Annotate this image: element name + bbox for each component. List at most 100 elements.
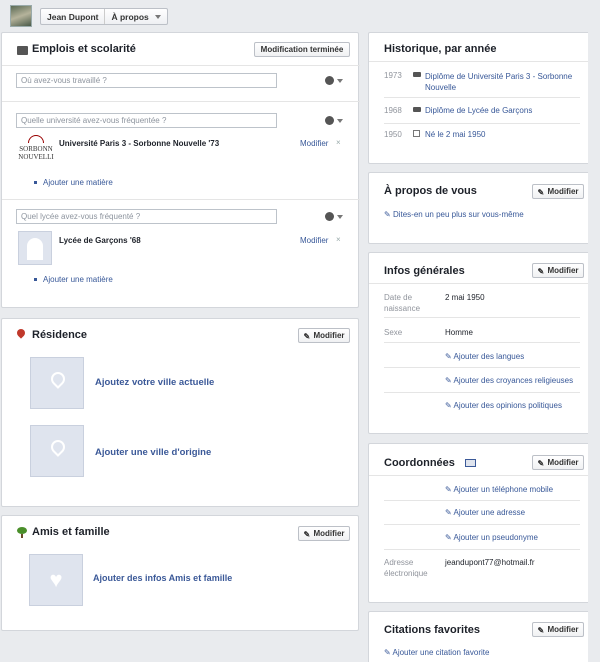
bullet-icon: [34, 278, 37, 282]
job-input[interactable]: Où avez-vous travaillé ?: [16, 73, 277, 88]
highschool-name: Lycée de Garçons '68: [59, 236, 141, 245]
add-quote-link[interactable]: ✎ Ajouter une citation favorite: [384, 648, 489, 657]
section-label: À propos: [111, 11, 149, 22]
calendar-icon: [413, 130, 420, 137]
modify-university-link[interactable]: Modifier: [300, 139, 328, 148]
quotes-title: Citations favorites: [384, 624, 480, 636]
add-subject-link[interactable]: Ajouter une matière: [34, 275, 113, 284]
school-placeholder-icon: [18, 231, 52, 265]
chevron-down-icon: [154, 14, 161, 19]
globe-icon[interactable]: [325, 212, 334, 221]
modify-label: Modifier: [547, 625, 579, 634]
university-input[interactable]: Quelle université avez-vous fréquentée ?: [16, 113, 277, 128]
add-phone-label: Ajouter un téléphone mobile: [453, 485, 554, 494]
privacy-chevron-icon[interactable]: [337, 79, 343, 83]
divider: [384, 123, 580, 124]
section-dropdown[interactable]: À propos: [105, 12, 166, 22]
modify-label: Modifier: [547, 266, 579, 275]
privacy-chevron-icon[interactable]: [337, 215, 343, 219]
pencil-icon: ✎: [303, 332, 311, 341]
quotes-panel: Citations favorites ✎ Modifier ✎ Ajouter …: [368, 611, 594, 662]
current-city-placeholder-icon: [30, 357, 84, 409]
remove-highschool-icon[interactable]: ×: [336, 235, 341, 244]
profile-name-link[interactable]: Jean Dupont: [41, 9, 106, 24]
page-scrollbar[interactable]: [588, 32, 600, 662]
add-subject-link[interactable]: Ajouter une matière: [34, 178, 113, 187]
add-nickname-link[interactable]: ✎ Ajouter un pseudonyme: [445, 533, 538, 542]
graduation-cap-icon: [413, 107, 421, 112]
avatar[interactable]: [10, 5, 32, 27]
modify-general-button[interactable]: ✎ Modifier: [532, 263, 584, 278]
add-friends-family-link[interactable]: Ajouter des infos Amis et famille: [93, 573, 232, 583]
modify-about-button[interactable]: ✎ Modifier: [532, 184, 584, 199]
modify-contact-button[interactable]: ✎ Modifier: [532, 455, 584, 470]
history-item[interactable]: Diplôme de Université Paris 3 - Sorbonne…: [425, 71, 585, 93]
contact-card-icon: [465, 459, 476, 467]
privacy-chevron-icon[interactable]: [337, 119, 343, 123]
email-label: Adresse électronique: [384, 558, 428, 578]
add-beliefs-link[interactable]: ✎ Ajouter des croyances religieuses: [445, 376, 573, 385]
add-languages-link[interactable]: ✎ Ajouter des langues: [445, 352, 524, 361]
divider: [384, 500, 580, 501]
remove-university-icon[interactable]: ×: [336, 138, 341, 147]
add-subject-label: Ajouter une matière: [43, 178, 113, 187]
done-editing-label: Modification terminée: [260, 45, 344, 54]
add-quote-label: Ajouter une citation favorite: [392, 648, 490, 657]
about-panel: À propos de vous ✎ Modifier ✎ Dites-en un…: [368, 172, 594, 244]
modify-label: Modifier: [313, 529, 345, 538]
birth-label: Date de naissance: [384, 293, 421, 313]
modify-label: Modifier: [547, 458, 579, 467]
add-languages-label: Ajouter des langues: [453, 352, 525, 361]
divider: [369, 283, 595, 284]
university-name: Université Paris 3 - Sorbonne Nouvelle '…: [59, 139, 220, 148]
modify-residence-button[interactable]: ✎ Modifier: [298, 328, 350, 343]
sex-label: Sexe: [384, 328, 403, 337]
pencil-icon: ✎: [303, 530, 311, 539]
work-education-panel: Emplois et scolarité Modification termin…: [1, 32, 360, 308]
modify-label: Modifier: [547, 187, 579, 196]
history-item[interactable]: Diplôme de Lycée de Garçons: [425, 106, 532, 115]
tree-icon: [17, 527, 27, 538]
add-address-link[interactable]: ✎ Ajouter une adresse: [445, 508, 525, 517]
add-politics-link[interactable]: ✎ Ajouter des opinions politiques: [445, 401, 562, 410]
globe-icon[interactable]: [325, 76, 334, 85]
bullet-icon: [34, 181, 37, 185]
pencil-icon: ✎: [537, 188, 545, 197]
modify-highschool-link[interactable]: Modifier: [300, 236, 328, 245]
divider: [384, 549, 580, 550]
origin-city-placeholder-icon: [30, 425, 84, 477]
divider: [2, 65, 360, 66]
add-origin-city-link[interactable]: Ajouter une ville d'origine: [95, 447, 211, 458]
add-nickname-label: Ajouter un pseudonyme: [453, 533, 538, 542]
about-prompt-link[interactable]: ✎ Dites-en un peu plus sur vous-même: [384, 210, 524, 219]
history-panel: Historique, par année 1973 Diplôme de Un…: [368, 32, 595, 164]
residence-title: Résidence: [32, 329, 88, 341]
logo-text-2: NOUVELLI: [18, 153, 54, 161]
history-item[interactable]: Né le 2 mai 1950: [425, 130, 485, 139]
divider: [369, 61, 595, 62]
general-info-panel: Infos générales ✎ Modifier Date de naissa…: [368, 252, 595, 434]
pencil-icon: ✎: [537, 626, 545, 635]
globe-icon[interactable]: [325, 116, 334, 125]
email-value: jeandupont77@hotmail.fr: [445, 558, 535, 567]
divider: [369, 475, 595, 476]
contact-panel: Coordonnées ✎ Modifier ✎ Ajouter un télép…: [368, 443, 595, 603]
briefcase-icon: [17, 46, 28, 55]
add-beliefs-label: Ajouter des croyances religieuses: [453, 376, 574, 385]
highschool-input[interactable]: Quel lycée avez-vous fréquenté ?: [16, 209, 277, 224]
modify-friends-button[interactable]: ✎ Modifier: [298, 526, 350, 541]
add-current-city-link[interactable]: Ajoutez votre ville actuelle: [95, 377, 214, 388]
logo-text-1: SORBONN: [19, 145, 53, 153]
contact-title: Coordonnées: [384, 457, 455, 469]
history-year: 1973: [384, 71, 402, 80]
divider: [2, 199, 360, 200]
add-phone-link[interactable]: ✎ Ajouter un téléphone mobile: [445, 485, 553, 494]
divider: [2, 101, 360, 102]
about-prompt-label: Dites-en un peu plus sur vous-même: [392, 210, 524, 219]
done-editing-button[interactable]: Modification terminée: [254, 42, 350, 57]
work-title: Emplois et scolarité: [32, 43, 136, 55]
pencil-icon: ✎: [537, 459, 545, 468]
modify-quotes-button[interactable]: ✎ Modifier: [532, 622, 584, 637]
divider: [384, 367, 580, 368]
friends-family-title: Amis et famille: [32, 526, 110, 538]
